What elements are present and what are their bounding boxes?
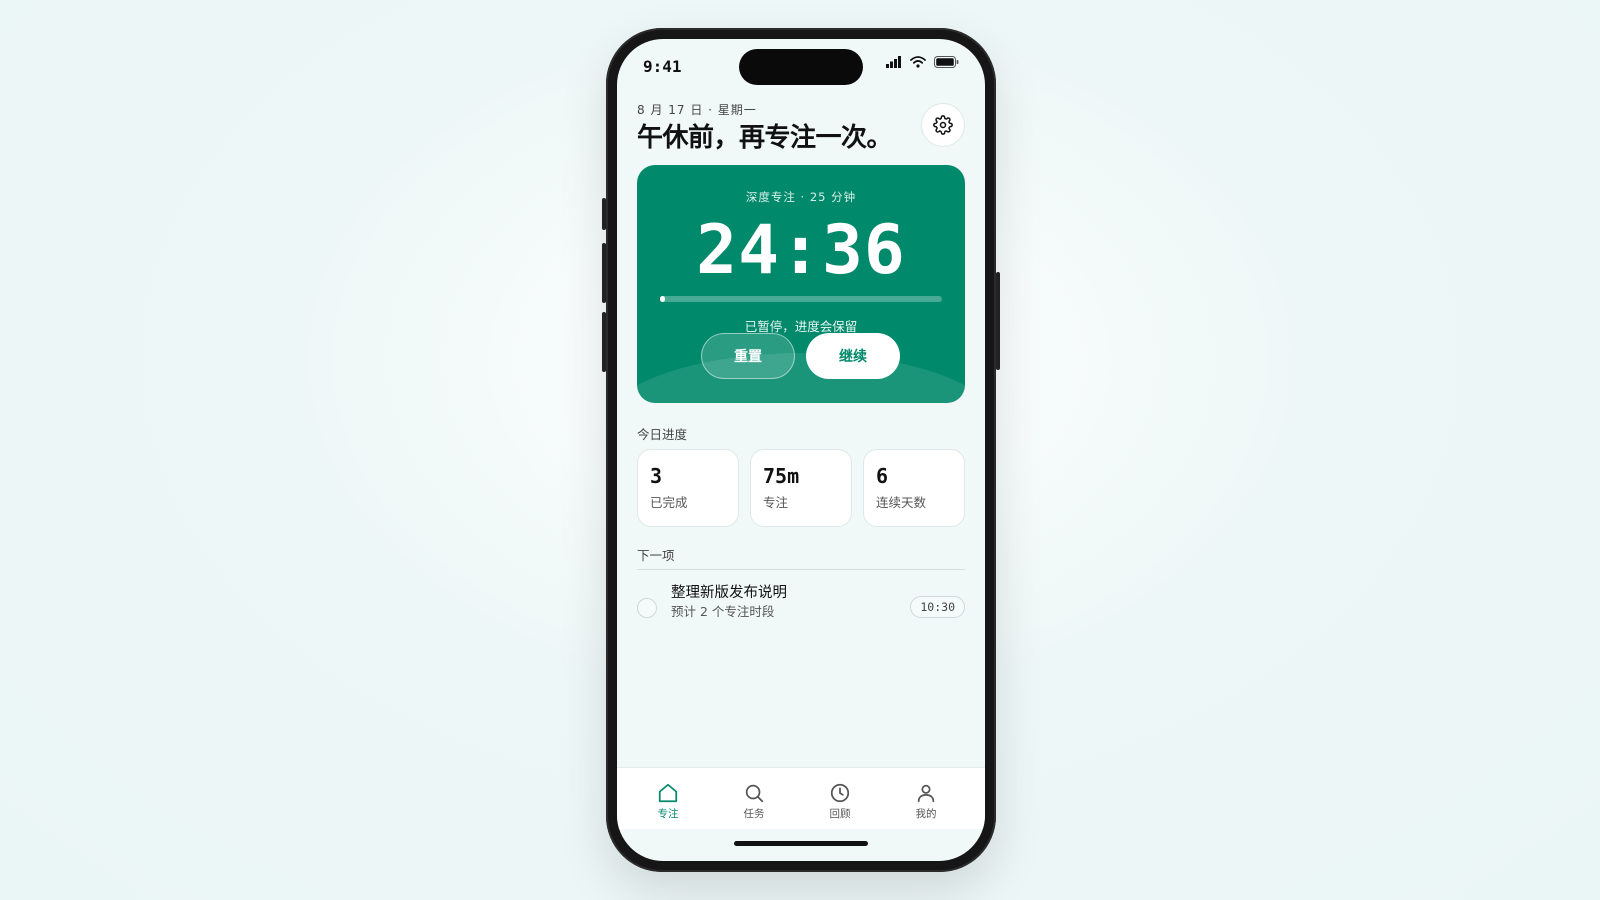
resume-button[interactable]: 继续 — [806, 333, 900, 379]
stat-card-completed: 3 已完成 — [637, 449, 739, 527]
home-icon — [658, 783, 678, 803]
page-title: 午休前，再专注一次。 — [637, 123, 893, 153]
home-indicator[interactable] — [734, 841, 868, 846]
tab-focus[interactable]: 专注 — [638, 782, 698, 821]
stat-label: 连续天数 — [876, 495, 927, 510]
card-wave-decoration — [637, 353, 965, 403]
timer-mode-label: 深度专注 · 25 分钟 — [745, 190, 857, 204]
date-label: 8 月 17 日 · 星期一 — [637, 103, 757, 117]
task-time-badge: 10:30 — [910, 596, 965, 618]
tab-tasks[interactable]: 任务 — [724, 782, 784, 821]
next-task-row[interactable]: 整理新版发布说明 预计 2 个专注时段 10:30 — [637, 579, 965, 629]
clock-icon — [830, 783, 850, 803]
tab-review[interactable]: 回顾 — [810, 782, 870, 821]
stat-card-streak: 6 连续天数 — [863, 449, 965, 527]
battery-icon — [934, 56, 959, 68]
silent-switch — [602, 198, 606, 230]
timer-progress-fill — [660, 296, 665, 302]
stat-label: 专注 — [763, 495, 789, 510]
tab-label: 回顾 — [829, 808, 851, 820]
focus-timer-card: 深度专注 · 25 分钟 24:36 已暂停，进度会保留 重置 继续 — [637, 165, 965, 403]
phone-frame: 9:41 8 月 17 日 · 星期一 午休前，再专注一次。 深度专注 · 25… — [602, 28, 1000, 872]
timer-progress-bar — [660, 296, 942, 302]
timer-countdown: 24:36 — [696, 211, 906, 290]
tab-label: 专注 — [657, 808, 679, 820]
task-subtitle: 预计 2 个专注时段 — [671, 604, 775, 619]
task-title: 整理新版发布说明 — [671, 585, 787, 601]
gear-icon — [933, 115, 953, 135]
status-time: 9:41 — [643, 57, 682, 76]
stat-value: 75m — [763, 464, 800, 488]
search-icon — [745, 784, 764, 803]
next-item-label: 下一项 — [637, 548, 675, 563]
reset-button[interactable]: 重置 — [701, 333, 795, 379]
divider — [637, 569, 965, 570]
stat-value: 6 — [876, 464, 889, 488]
tab-label: 任务 — [743, 808, 765, 820]
dynamic-island — [739, 49, 863, 85]
phone-screen: 9:41 8 月 17 日 · 星期一 午休前，再专注一次。 深度专注 · 25… — [617, 39, 985, 861]
cellular-signal-icon — [886, 56, 901, 68]
settings-button[interactable] — [921, 103, 965, 147]
stat-value: 3 — [650, 464, 663, 488]
volume-down-button — [602, 312, 606, 372]
stat-card-focus: 75m 专注 — [750, 449, 852, 527]
stat-label: 已完成 — [650, 495, 688, 510]
power-button — [996, 272, 1000, 370]
timer-status-text: 已暂停，进度会保留 — [744, 319, 858, 334]
today-progress-label: 今日进度 — [637, 427, 688, 442]
volume-up-button — [602, 243, 606, 303]
user-icon — [917, 784, 935, 803]
tab-profile[interactable]: 我的 — [896, 782, 956, 821]
tab-bar: 专注 任务 回顾 我的 — [617, 767, 985, 829]
wifi-icon — [910, 56, 926, 68]
tab-label: 我的 — [915, 808, 937, 820]
task-checkbox[interactable] — [637, 598, 657, 618]
status-icons — [886, 56, 959, 68]
